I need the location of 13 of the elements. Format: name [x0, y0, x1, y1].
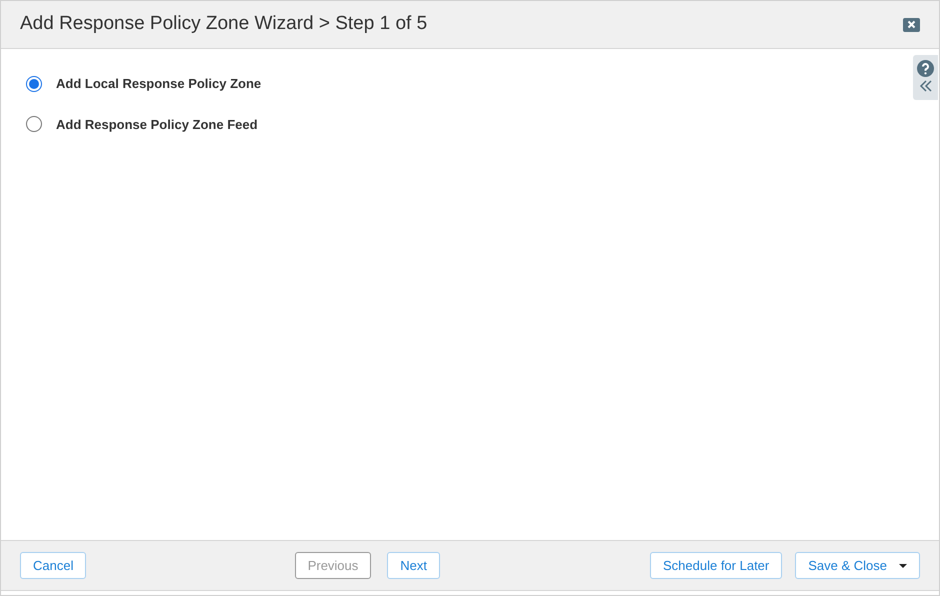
- schedule-button[interactable]: Schedule for Later: [650, 552, 782, 579]
- collapse-icon[interactable]: [918, 79, 932, 93]
- close-icon[interactable]: [903, 18, 920, 32]
- caret-icon: [899, 564, 907, 568]
- next-button[interactable]: Next: [387, 552, 440, 579]
- radio-button[interactable]: [26, 76, 42, 92]
- window-title: Add Response Policy Zone Wizard > Step 1 of 5: [20, 12, 428, 36]
- option-label: Add Response Policy Zone Feed: [56, 116, 258, 134]
- option-label: Add Local Response Policy Zone: [56, 75, 262, 93]
- save-close-button[interactable]: Save & Close: [795, 552, 920, 579]
- radio-button[interactable]: [26, 116, 42, 132]
- cancel-button[interactable]: Cancel: [20, 552, 86, 579]
- help-icon[interactable]: [917, 60, 934, 77]
